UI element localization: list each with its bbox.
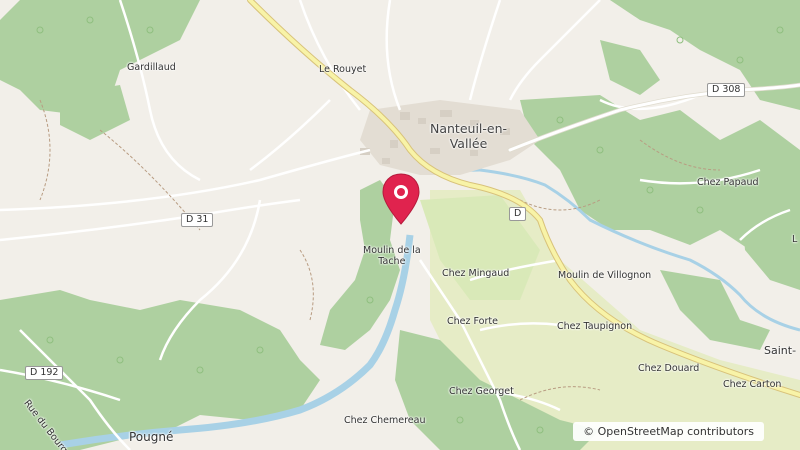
place-chez-georget: Chez Georget xyxy=(449,386,514,397)
place-moulin-de-la-tache: Moulin de la Tache xyxy=(363,245,421,267)
road-shield-d308: D 308 xyxy=(707,83,746,97)
place-chez-taupignon: Chez Taupignon xyxy=(557,321,633,332)
place-chez-chemereau: Chez Chemereau xyxy=(344,415,426,426)
road-shield-d192: D 192 xyxy=(25,366,64,380)
place-chez-forte: Chez Forte xyxy=(447,316,498,327)
place-chez-papaud: Chez Papaud xyxy=(697,177,759,188)
road-shield-d-partial: D xyxy=(509,207,527,221)
place-nanteuil-en-vallee: Nanteuil-en- Vallée xyxy=(430,121,508,151)
place-pougne: Pougné xyxy=(129,430,174,444)
road-shield-d31: D 31 xyxy=(181,213,214,227)
place-saint-partial: Saint- xyxy=(764,344,797,357)
place-chez-douard: Chez Douard xyxy=(638,363,700,374)
place-le-rouyet: Le Rouyet xyxy=(319,64,367,75)
place-chez-carton: Chez Carton xyxy=(723,379,782,390)
attribution-text[interactable]: © OpenStreetMap contributors xyxy=(583,425,754,438)
location-marker-icon[interactable] xyxy=(380,172,422,228)
place-chez-mingaud: Chez Mingaud xyxy=(442,268,510,279)
place-edge-label: L xyxy=(792,234,798,245)
map-canvas[interactable]: Gardillaud Le Rouyet Nanteuil-en- Vallée… xyxy=(0,0,800,450)
map-attribution[interactable]: © OpenStreetMap contributors xyxy=(573,422,764,441)
place-gardillaud: Gardillaud xyxy=(127,62,176,73)
place-moulin-de-villognon: Moulin de Villognon xyxy=(558,270,652,281)
